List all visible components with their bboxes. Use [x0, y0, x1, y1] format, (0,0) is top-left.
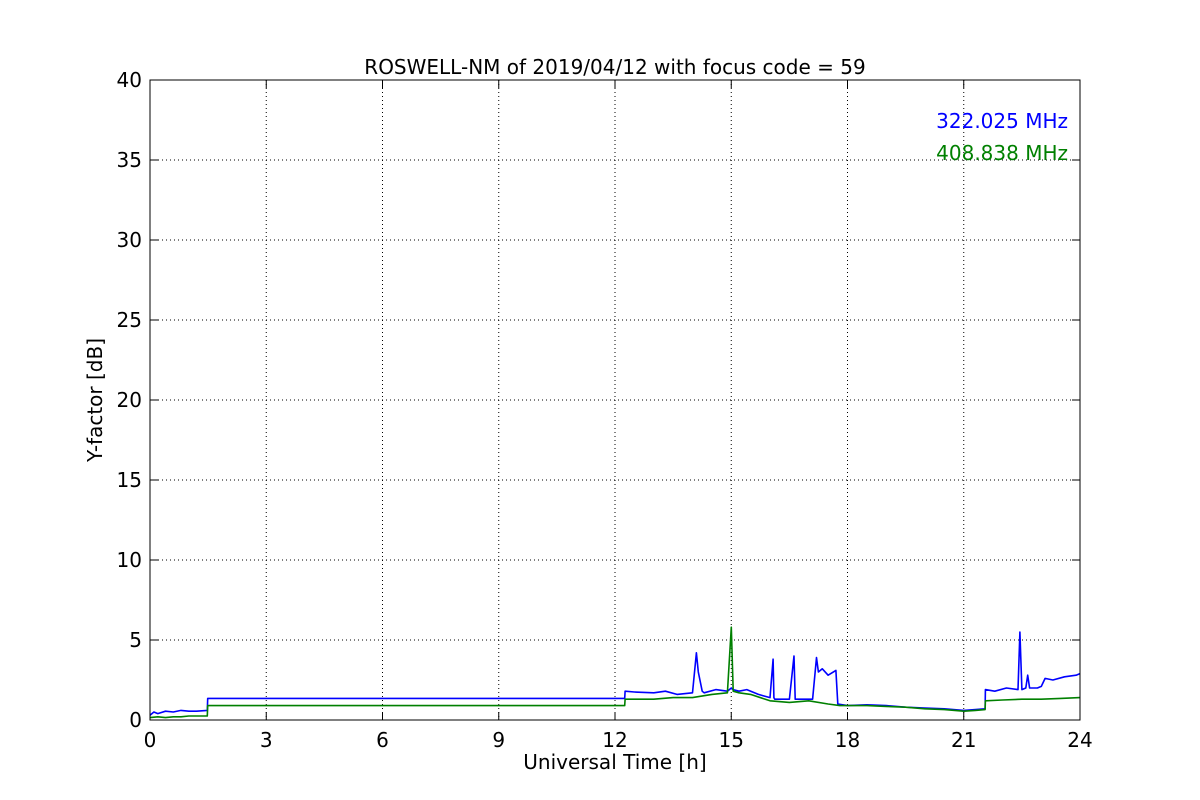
y-tick-label: 40: [117, 68, 142, 92]
x-tick-label: 6: [376, 728, 389, 752]
x-tick-label: 12: [602, 728, 627, 752]
y-tick-label: 5: [129, 628, 142, 652]
chart-svg: 0 3 6 9 12 15 18 21 24 0 5 10 15 20 25 30 35 40 ROSWELL-N…: [83, 55, 1093, 774]
x-tick-label: 0: [144, 728, 157, 752]
legend-entry-322-mhz: 322.025 MHz: [936, 109, 1068, 133]
y-tick-label: 15: [117, 468, 142, 492]
x-tick-label: 18: [835, 728, 860, 752]
y-tick-label: 0: [129, 708, 142, 732]
x-tick-label: 24: [1067, 728, 1092, 752]
y-tick-label: 35: [117, 148, 142, 172]
y-tick-label: 20: [117, 388, 142, 412]
x-tick-label: 9: [492, 728, 505, 752]
y-tick-label: 30: [117, 228, 142, 252]
x-tick-label: 15: [719, 728, 744, 752]
y-tick-label: 25: [117, 308, 142, 332]
chart-container: 0 3 6 9 12 15 18 21 24 0 5 10 15 20 25 30 35 40 ROSWELL-N…: [0, 0, 1200, 800]
y-axis-title: Y-factor [dB]: [83, 338, 107, 463]
legend-entry-408-mhz: 408.838 MHz: [936, 141, 1068, 165]
x-axis-title: Universal Time [h]: [523, 750, 706, 774]
x-tick-label: 21: [951, 728, 976, 752]
chart-title: ROSWELL-NM of 2019/04/12 with focus code…: [364, 55, 865, 79]
x-tick-label: 3: [260, 728, 273, 752]
y-tick-label: 10: [117, 548, 142, 572]
